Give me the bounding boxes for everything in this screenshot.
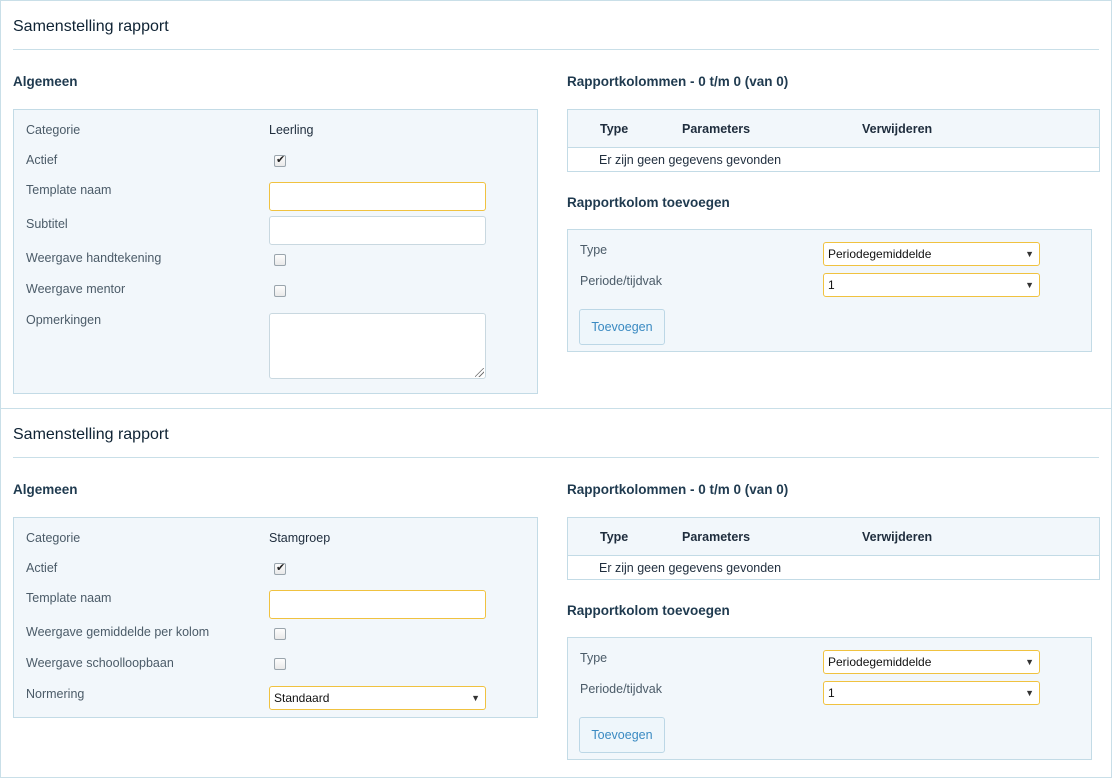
panel-title: Samenstelling rapport: [13, 426, 169, 443]
column-header-parameters[interactable]: Parameters: [682, 530, 750, 544]
type-label: Type: [580, 651, 608, 665]
type-label: Type: [580, 243, 608, 257]
periode-select[interactable]: 1 ▼: [823, 681, 1040, 705]
empty-table-message: Er zijn geen gegevens gevonden: [599, 153, 782, 167]
general-form: Categorie Stamgroep Actief ✔ Template na…: [13, 517, 538, 718]
actief-checkbox[interactable]: ✔: [274, 562, 286, 575]
normering-select[interactable]: Standaard ▼: [269, 686, 486, 710]
columns-table: Type Parameters Verwijderen Er zijn geen…: [567, 109, 1100, 172]
periode-label: Periode/tijdvak: [580, 682, 662, 696]
type-select[interactable]: Periodegemiddelde ▼: [823, 242, 1040, 266]
mentor-label: Weergave mentor: [26, 282, 126, 296]
add-column-heading: Rapportkolom toevoegen: [567, 195, 730, 210]
check-icon: ✔: [276, 562, 286, 574]
categorie-value: Stamgroep: [269, 531, 331, 545]
add-column-form: Type Periodegemiddelde ▼ Periode/tijdvak…: [567, 637, 1092, 760]
general-heading: Algemeen: [13, 482, 78, 497]
handtekening-checkbox[interactable]: [274, 254, 286, 266]
column-header-type[interactable]: Type: [600, 122, 628, 136]
chevron-down-icon: ▼: [1025, 280, 1034, 290]
template-naam-input[interactable]: [269, 590, 486, 619]
columns-heading: Rapportkolommen - 0 t/m 0 (van 0): [567, 482, 789, 497]
table-header: Type Parameters Verwijderen: [568, 110, 1099, 148]
toevoegen-button[interactable]: Toevoegen: [579, 717, 665, 753]
mentor-checkbox[interactable]: [274, 285, 286, 297]
type-select[interactable]: Periodegemiddelde ▼: [823, 650, 1040, 674]
title-divider: [13, 49, 1099, 50]
title-divider: [13, 457, 1099, 458]
periode-select-value: 1: [828, 686, 835, 700]
periode-select[interactable]: 1 ▼: [823, 273, 1040, 297]
subtitel-input[interactable]: [269, 216, 486, 245]
chevron-down-icon: ▼: [1025, 688, 1034, 698]
template-naam-input[interactable]: [269, 182, 486, 211]
toevoegen-button[interactable]: Toevoegen: [579, 309, 665, 345]
handtekening-label: Weergave handtekening: [26, 251, 162, 265]
column-header-verwijderen[interactable]: Verwijderen: [862, 530, 932, 544]
resize-grip-icon[interactable]: [475, 368, 484, 377]
columns-heading: Rapportkolommen - 0 t/m 0 (van 0): [567, 74, 789, 89]
chevron-down-icon: ▼: [471, 693, 480, 703]
gemiddelde-per-kolom-checkbox[interactable]: [274, 628, 286, 640]
periode-label: Periode/tijdvak: [580, 274, 662, 288]
empty-table-message: Er zijn geen gegevens gevonden: [599, 561, 782, 575]
chevron-down-icon: ▼: [1025, 249, 1034, 259]
report-composition-panel-stamgroep: Samenstelling rapport Algemeen Categorie…: [0, 408, 1112, 778]
add-column-heading: Rapportkolom toevoegen: [567, 603, 730, 618]
type-select-value: Periodegemiddelde: [828, 247, 932, 261]
columns-table: Type Parameters Verwijderen Er zijn geen…: [567, 517, 1100, 580]
column-header-parameters[interactable]: Parameters: [682, 122, 750, 136]
categorie-label: Categorie: [26, 123, 81, 137]
panel-title: Samenstelling rapport: [13, 18, 169, 35]
normering-select-value: Standaard: [274, 691, 330, 705]
normering-label: Normering: [26, 687, 85, 701]
actief-checkbox[interactable]: ✔: [274, 154, 286, 167]
general-form: Categorie Leerling Actief ✔ Template naa…: [13, 109, 538, 394]
actief-label: Actief: [26, 153, 58, 167]
type-select-value: Periodegemiddelde: [828, 655, 932, 669]
template-naam-label: Template naam: [26, 183, 112, 197]
schoolloopbaan-checkbox[interactable]: [274, 658, 286, 670]
periode-select-value: 1: [828, 278, 835, 292]
gemiddelde-per-kolom-label: Weergave gemiddelde per kolom: [26, 625, 210, 639]
report-composition-panel-leerling: Samenstelling rapport Algemeen Categorie…: [0, 0, 1112, 409]
check-icon: ✔: [276, 154, 286, 166]
categorie-label: Categorie: [26, 531, 81, 545]
schoolloopbaan-label: Weergave schoolloopbaan: [26, 656, 174, 670]
column-header-type[interactable]: Type: [600, 530, 628, 544]
chevron-down-icon: ▼: [1025, 657, 1034, 667]
column-header-verwijderen[interactable]: Verwijderen: [862, 122, 932, 136]
template-naam-label: Template naam: [26, 591, 112, 605]
opmerkingen-textarea[interactable]: [269, 313, 486, 379]
add-column-form: Type Periodegemiddelde ▼ Periode/tijdvak…: [567, 229, 1092, 352]
categorie-value: Leerling: [269, 123, 314, 137]
opmerkingen-label: Opmerkingen: [26, 313, 102, 327]
actief-label: Actief: [26, 561, 58, 575]
subtitel-label: Subtitel: [26, 217, 68, 231]
general-heading: Algemeen: [13, 74, 78, 89]
table-header: Type Parameters Verwijderen: [568, 518, 1099, 556]
